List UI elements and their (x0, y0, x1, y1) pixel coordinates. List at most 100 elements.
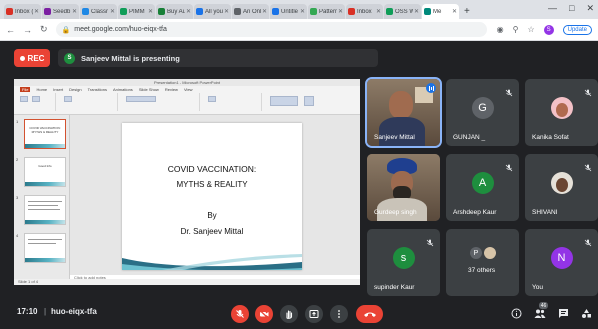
participant-tile[interactable]: s supinder Kaur (367, 229, 440, 296)
recording-badge: REC (14, 49, 50, 67)
raise-hand-button[interactable] (280, 305, 298, 323)
tab-title: An Onl (243, 8, 261, 15)
browser-tab[interactable]: Inbox ✕ (346, 4, 383, 19)
tab-close-icon[interactable]: ✕ (148, 8, 153, 15)
camera-button[interactable] (255, 305, 273, 323)
muted-mic-icon (584, 84, 592, 97)
ribbon-group-clipboard (16, 93, 56, 111)
participant-name: Arshdeep Kaur (453, 209, 497, 216)
tab-close-icon[interactable]: ✕ (72, 8, 77, 15)
end-call-icon (363, 312, 376, 317)
tab-close-icon[interactable]: ✕ (452, 8, 457, 15)
browser-tab[interactable]: Untitle ✕ (270, 4, 307, 19)
tab-title: Inbox (357, 8, 372, 15)
thumb-text-line (28, 209, 60, 210)
slide-thumbnail[interactable] (24, 233, 66, 263)
ribbon-tab[interactable]: Animations (113, 87, 133, 92)
participant-name: SHIVANI (532, 209, 558, 216)
participant-tile[interactable]: Kanika Sofat (525, 79, 598, 146)
slide-decoration-wave (122, 254, 302, 270)
url-input[interactable]: 🔒 meet.google.com/huo-eiqx-tfa (55, 22, 487, 37)
ribbon-group-font (120, 93, 200, 111)
slide-thumbnails-panel: 1 COVID VACCINATION: MYTHS & REALITY 2 G… (14, 115, 70, 279)
participant-tile[interactable]: A Arshdeep Kaur (446, 154, 519, 221)
browser-tab[interactable]: Classr ✕ (80, 4, 117, 19)
back-icon[interactable]: ← (6, 25, 15, 35)
ribbon-tab[interactable]: Transitions (88, 87, 107, 92)
browser-tab[interactable]: All you ✕ (194, 4, 231, 19)
rec-label: REC (27, 53, 45, 63)
activities-button[interactable] (579, 306, 593, 320)
browser-tab[interactable]: Buy Au ✕ (156, 4, 193, 19)
slide-thumbnail[interactable]: Good Info (24, 157, 66, 187)
leave-call-button[interactable] (356, 305, 383, 323)
browser-tab[interactable]: An Onl ✕ (232, 4, 269, 19)
ribbon-tab[interactable]: Home (36, 87, 47, 92)
ribbon-tab[interactable]: File (20, 86, 31, 92)
present-screen-icon (309, 310, 319, 318)
participant-tile[interactable]: N You (525, 229, 598, 296)
slide-thumbnail[interactable]: COVID VACCINATION: MYTHS & REALITY (24, 119, 66, 149)
people-count-badge: 46 (539, 302, 548, 309)
browser-tab[interactable]: PIMM ✕ (118, 4, 155, 19)
tab-favicon-icon (234, 8, 241, 15)
forward-icon[interactable]: → (23, 25, 32, 35)
tab-close-icon[interactable]: ✕ (110, 8, 115, 15)
tab-close-icon[interactable]: ✕ (300, 8, 305, 15)
meeting-code: huo-eiqx-tfa (51, 307, 97, 316)
maximize-button[interactable]: □ (569, 3, 574, 14)
slide-thumbnail[interactable] (24, 195, 66, 225)
tab-close-icon[interactable]: ✕ (376, 8, 381, 15)
tab-close-icon[interactable]: ✕ (34, 8, 39, 15)
participant-tile[interactable]: Gurdeep singh (367, 154, 440, 221)
participant-avatar: A (471, 172, 494, 194)
update-button[interactable]: Update (562, 24, 592, 35)
thumb-number: 3 (16, 195, 19, 200)
participant-tile[interactable]: SHIVANI (525, 154, 598, 221)
camera-icon[interactable]: ◉ (497, 25, 504, 34)
new-tab-button[interactable]: + (464, 6, 470, 17)
address-bar: ← → ↻ 🔒 meet.google.com/huo-eiqx-tfa ◉ ⚲… (0, 19, 598, 41)
browser-tab[interactable]: Inbox (✕ (4, 4, 41, 19)
browser-tab[interactable]: OSS W ✕ (384, 4, 421, 19)
meeting-details-button[interactable] (509, 306, 523, 320)
ribbon-tab[interactable]: Slide Show (139, 87, 159, 92)
microphone-button[interactable] (231, 305, 249, 323)
meeting-clock: 17:10 (17, 307, 38, 316)
reload-icon[interactable]: ↻ (40, 24, 48, 35)
participant-avatar: G (471, 97, 494, 119)
participant-tile[interactable]: P 37 others (446, 229, 519, 296)
tab-close-icon[interactable]: ✕ (224, 8, 229, 15)
close-window-button[interactable]: ✕ (586, 3, 594, 14)
chat-button[interactable] (556, 306, 570, 320)
slide-canvas: COVID VACCINATION: MYTHS & REALITY By Dr… (70, 115, 360, 279)
participant-tile[interactable]: G GUNJAN _ (446, 79, 519, 146)
zoom-icon[interactable]: ⚲ (513, 25, 519, 34)
thumb-decoration (25, 182, 65, 186)
participant-tile[interactable]: Sanjeev Mittal (365, 77, 442, 148)
ribbon-tab[interactable]: Insert (53, 87, 63, 92)
muted-mic-icon (505, 84, 513, 97)
participant-avatar: N (550, 247, 573, 269)
participant-name: You (532, 284, 543, 291)
participant-photo (550, 172, 573, 194)
minimize-button[interactable]: — (548, 3, 557, 14)
browser-tab[interactable]: Me ✕ (422, 4, 459, 19)
lock-icon[interactable]: 🔒 (62, 26, 71, 34)
more-options-button[interactable] (330, 305, 348, 323)
ribbon-tab[interactable]: View (184, 87, 193, 92)
tab-close-icon[interactable]: ✕ (414, 8, 419, 15)
ribbon-tab[interactable]: Design (69, 87, 81, 92)
activities-icon (581, 308, 591, 318)
tab-close-icon[interactable]: ✕ (338, 8, 343, 15)
browser-tab[interactable]: Pattern ✕ (308, 4, 345, 19)
ribbon-tab[interactable]: Review (165, 87, 178, 92)
tab-close-icon[interactable]: ✕ (186, 8, 191, 15)
present-now-button[interactable] (305, 305, 323, 323)
thumb-number: 1 (16, 119, 19, 124)
tab-title: Me (433, 8, 442, 15)
tab-close-icon[interactable]: ✕ (262, 8, 267, 15)
profile-avatar[interactable]: S (543, 24, 554, 35)
browser-tab[interactable]: Seedb ✕ (42, 4, 79, 19)
star-icon[interactable]: ☆ (527, 25, 534, 34)
